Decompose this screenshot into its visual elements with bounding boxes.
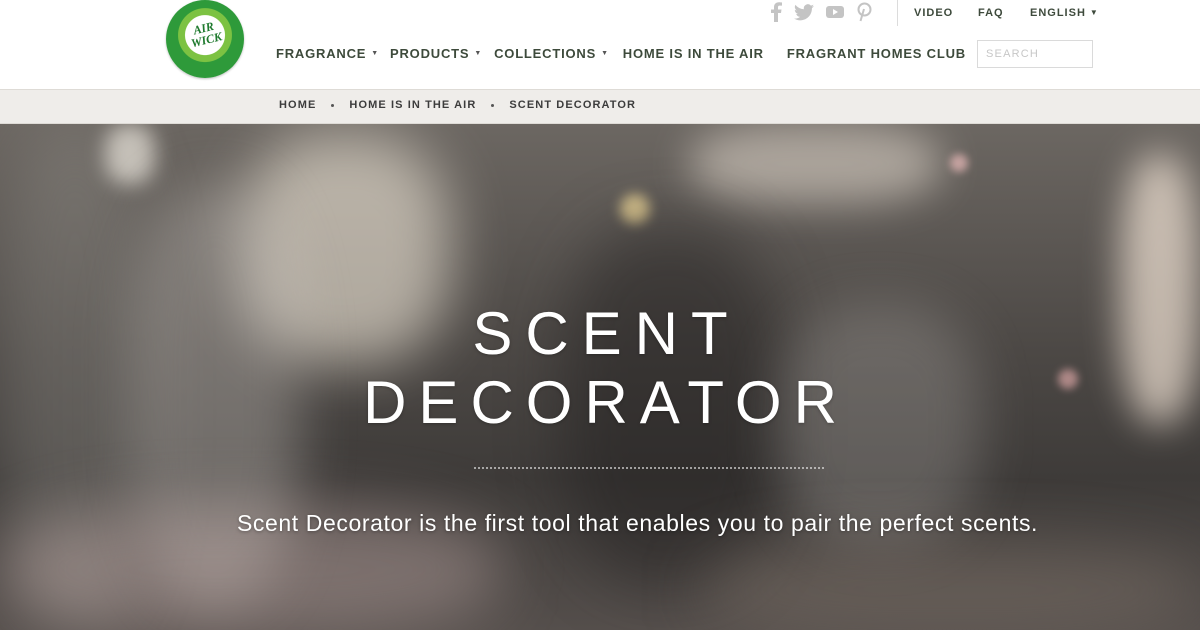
breadcrumb: HOME HOME IS IN THE AIR SCENT DECORATOR: [279, 99, 636, 111]
breadcrumb-separator: [491, 103, 495, 107]
main-nav: FRAGRANCE ▼ PRODUCTS ▼ COLLECTIONS ▼ HOME I…: [276, 46, 966, 61]
breadcrumb-bar: HOME HOME IS IN THE AIR SCENT DECORATOR: [0, 89, 1200, 124]
breadcrumb-separator: [331, 103, 335, 107]
hero-title-line2: DECORATOR: [363, 369, 849, 436]
nav-fragrance[interactable]: FRAGRANCE ▼: [276, 46, 379, 61]
air-wick-logo[interactable]: AIR WICK: [166, 0, 244, 78]
hero-dotted-divider: [474, 467, 824, 469]
nav-collections[interactable]: COLLECTIONS ▼: [494, 46, 609, 61]
nav-home-is-in-the-air[interactable]: HOME IS IN THE AIR: [623, 46, 764, 61]
hero-banner: SCENT DECORATOR Scent Decorator is the f…: [0, 124, 1200, 630]
video-link[interactable]: VIDEO: [914, 7, 953, 19]
nav-products[interactable]: PRODUCTS ▼: [390, 46, 482, 61]
twitter-icon[interactable]: [794, 3, 814, 21]
social-links: [770, 2, 872, 22]
search-input[interactable]: [977, 40, 1093, 68]
caret-down-icon: ▼: [1089, 8, 1099, 17]
site-header: AIR WICK VIDEO FAQ ENGLISH ▼ FRAGRANCE ▼ P…: [0, 0, 1200, 89]
caret-down-icon: ▼: [474, 50, 483, 57]
hero-title-line1: SCENT: [472, 300, 741, 367]
language-label: ENGLISH: [1030, 7, 1086, 19]
nav-fragrance-label: FRAGRANCE: [276, 46, 367, 61]
breadcrumb-home[interactable]: HOME: [279, 99, 316, 111]
header-divider: [897, 0, 898, 26]
youtube-icon[interactable]: [826, 5, 844, 19]
caret-down-icon: ▼: [601, 50, 609, 57]
facebook-icon[interactable]: [770, 2, 782, 22]
hero-description: Scent Decorator is the first tool that e…: [236, 510, 1039, 536]
language-selector[interactable]: ENGLISH ▼: [1030, 7, 1099, 19]
nav-products-label: PRODUCTS: [390, 46, 470, 61]
breadcrumb-current: SCENT DECORATOR: [509, 99, 637, 111]
nav-fragrant-homes-club[interactable]: FRAGRANT HOMES CLUB: [787, 46, 966, 61]
pinterest-icon[interactable]: [856, 2, 872, 22]
faq-link[interactable]: FAQ: [978, 7, 1004, 19]
nav-collections-label: COLLECTIONS: [494, 46, 597, 61]
logo-wordmark: AIR WICK: [189, 18, 224, 51]
caret-down-icon: ▼: [371, 50, 379, 57]
breadcrumb-home-is-in-the-air[interactable]: HOME IS IN THE AIR: [349, 99, 476, 111]
